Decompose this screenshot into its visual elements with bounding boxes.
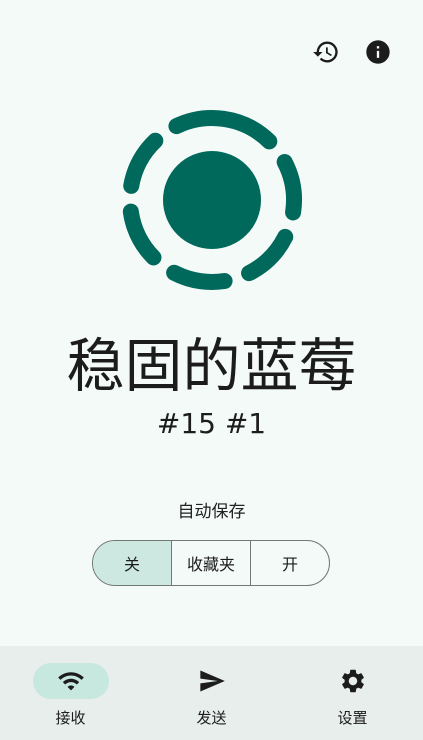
nav-label-send: 发送 <box>196 709 227 727</box>
nav-item-settings[interactable]: 设置 <box>282 646 423 740</box>
nav-active-indicator <box>32 663 109 699</box>
nav-label-settings: 设置 <box>337 709 368 727</box>
nav-label-receive: 接收 <box>55 709 86 727</box>
autosave-segmented-control: 关 收藏夹 开 <box>92 540 330 586</box>
wifi-icon <box>57 672 84 691</box>
radar-icon <box>121 110 302 290</box>
autosave-label: 自动保存 <box>177 502 246 522</box>
bottom-navigation: 接收 发送 设置 <box>0 646 423 740</box>
top-action-bar <box>311 37 393 67</box>
nav-icon-container <box>315 663 391 699</box>
send-icon <box>199 670 225 692</box>
gear-icon <box>341 669 364 693</box>
device-id: #15 #1 <box>156 407 267 440</box>
info-icon <box>366 40 390 64</box>
nav-icon-container <box>174 663 250 699</box>
history-icon <box>313 41 338 63</box>
autosave-option-on[interactable]: 开 <box>250 541 329 585</box>
history-button[interactable] <box>311 37 341 67</box>
autosave-option-favorites[interactable]: 收藏夹 <box>171 541 250 585</box>
nav-item-send[interactable]: 发送 <box>141 646 282 740</box>
receive-status-indicator <box>0 100 423 300</box>
info-button[interactable] <box>363 37 393 67</box>
autosave-option-off[interactable]: 关 <box>93 541 171 585</box>
device-name: 稳固的蓝莓 <box>66 332 357 400</box>
nav-item-receive[interactable]: 接收 <box>0 646 141 740</box>
